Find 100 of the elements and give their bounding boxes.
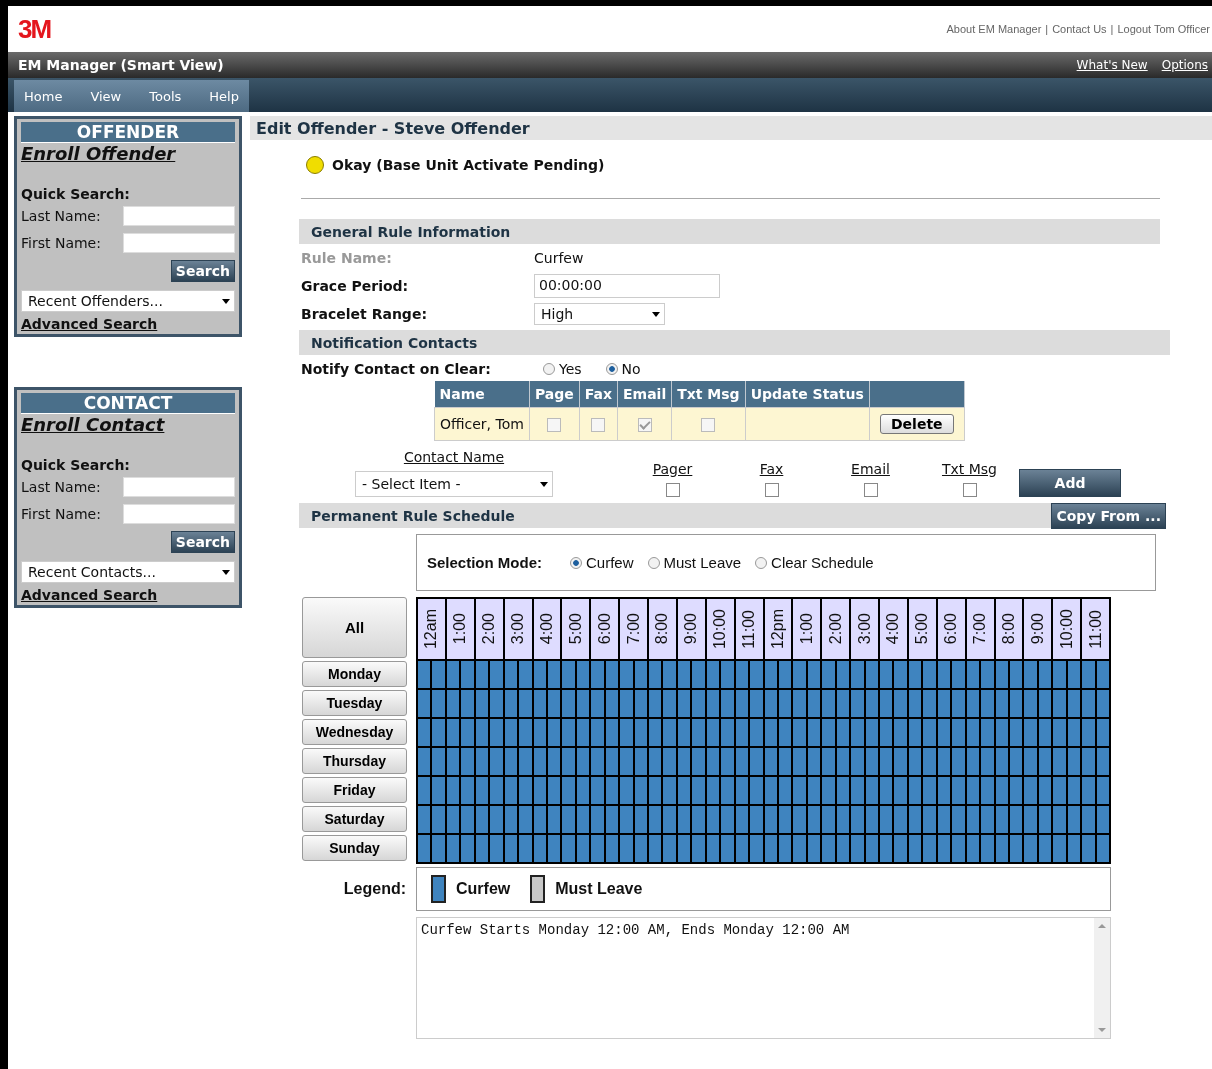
schedule-slot[interactable]	[937, 719, 951, 746]
schedule-slot[interactable]	[778, 748, 792, 775]
schedule-slot[interactable]	[649, 777, 662, 804]
schedule-slot[interactable]	[1009, 661, 1023, 688]
schedule-slot[interactable]	[1038, 661, 1052, 688]
radio-button[interactable]	[755, 556, 768, 569]
enroll-link[interactable]: Enroll Contact	[21, 414, 235, 435]
schedule-slot[interactable]	[634, 835, 647, 862]
schedule-slot[interactable]	[807, 748, 821, 775]
recent-dropdown[interactable]: Recent Contacts...	[21, 561, 235, 583]
input-field[interactable]	[123, 206, 235, 226]
schedule-slot[interactable]	[735, 748, 749, 775]
day-button[interactable]: Wednesday	[302, 719, 407, 745]
schedule-slot[interactable]	[778, 661, 792, 688]
schedule-slot[interactable]	[865, 690, 878, 717]
hour-header[interactable]: 12pm	[764, 599, 792, 659]
search-button[interactable]: Search	[170, 531, 235, 553]
schedule-slot[interactable]	[1009, 777, 1023, 804]
schedule-slot[interactable]	[677, 777, 691, 804]
hour-header[interactable]: 10:00	[706, 599, 734, 659]
hour-header[interactable]: 7:00	[620, 599, 647, 659]
schedule-slot[interactable]	[966, 661, 980, 688]
schedule-slot[interactable]	[504, 690, 518, 717]
day-button[interactable]: Friday	[302, 777, 407, 803]
hour-header[interactable]: 8:00	[649, 599, 676, 659]
radio-button[interactable]	[647, 556, 660, 569]
schedule-slot[interactable]	[605, 777, 619, 804]
schedule-slot[interactable]	[1038, 777, 1052, 804]
input-field[interactable]	[123, 233, 235, 253]
schedule-slot[interactable]	[634, 777, 647, 804]
schedule-slot[interactable]	[908, 835, 922, 862]
schedule-slot[interactable]	[1096, 835, 1109, 862]
search-button[interactable]: Search	[170, 260, 235, 282]
hour-header[interactable]: 1:00	[446, 599, 474, 659]
schedule-slot[interactable]	[764, 690, 777, 717]
schedule-slot[interactable]	[735, 835, 749, 862]
schedule-slot[interactable]	[576, 748, 590, 775]
checkbox[interactable]	[962, 483, 977, 497]
schedule-slot[interactable]	[677, 835, 691, 862]
schedule-slot[interactable]	[1067, 806, 1081, 833]
hour-header[interactable]: 12am	[418, 599, 445, 659]
schedule-slot[interactable]	[605, 748, 619, 775]
schedule-slot[interactable]	[807, 719, 821, 746]
schedule-slot[interactable]	[807, 661, 821, 688]
summary-textarea[interactable]: Curfew Starts Monday 12:00 AM, Ends Monday 12:00 AM	[416, 917, 1111, 1039]
schedule-slot[interactable]	[446, 719, 460, 746]
input-field[interactable]: 00:00:00	[534, 274, 720, 298]
schedule-slot[interactable]	[778, 719, 792, 746]
schedule-slot[interactable]	[1009, 748, 1023, 775]
hour-header[interactable]: 11:00	[735, 599, 763, 659]
hour-header[interactable]: 1:00	[793, 599, 821, 659]
schedule-slot[interactable]	[735, 661, 749, 688]
schedule-slot[interactable]	[1096, 719, 1109, 746]
schedule-slot[interactable]	[475, 777, 489, 804]
checkbox[interactable]	[547, 418, 562, 432]
schedule-slot[interactable]	[576, 690, 590, 717]
schedule-slot[interactable]	[995, 690, 1008, 717]
schedule-slot[interactable]	[735, 806, 749, 833]
schedule-slot[interactable]	[764, 719, 777, 746]
schedule-slot[interactable]	[547, 835, 561, 862]
hour-header[interactable]: 2:00	[475, 599, 503, 659]
schedule-slot[interactable]	[1009, 835, 1023, 862]
radio-button[interactable]	[605, 363, 618, 375]
schedule-slot[interactable]	[418, 661, 431, 688]
schedule-slot[interactable]	[966, 835, 980, 862]
schedule-slot[interactable]	[1096, 748, 1109, 775]
schedule-slot[interactable]	[649, 835, 662, 862]
schedule-slot[interactable]	[880, 719, 893, 746]
schedule-slot[interactable]	[649, 661, 662, 688]
checkbox[interactable]	[863, 483, 878, 497]
schedule-slot[interactable]	[966, 690, 980, 717]
hour-header[interactable]: 2:00	[822, 599, 850, 659]
schedule-slot[interactable]	[533, 835, 546, 862]
schedule-slot[interactable]	[504, 661, 518, 688]
schedule-slot[interactable]	[778, 835, 792, 862]
schedule-slot[interactable]	[865, 748, 878, 775]
schedule-slot[interactable]	[649, 690, 662, 717]
schedule-slot[interactable]	[1038, 719, 1052, 746]
schedule-slot[interactable]	[1096, 806, 1109, 833]
schedule-slot[interactable]	[995, 777, 1008, 804]
schedule-slot[interactable]	[533, 777, 546, 804]
enroll-link[interactable]: Enroll Offender	[21, 143, 235, 164]
checkbox[interactable]	[764, 483, 779, 497]
schedule-slot[interactable]	[1067, 748, 1081, 775]
header-link[interactable]: Contact Us	[1052, 23, 1107, 35]
hour-header[interactable]: 8:00	[995, 599, 1023, 659]
schedule-slot[interactable]	[475, 719, 489, 746]
schedule-slot[interactable]	[634, 719, 647, 746]
schedule-slot[interactable]	[836, 835, 850, 862]
schedule-slot[interactable]	[504, 777, 518, 804]
schedule-slot[interactable]	[446, 777, 460, 804]
hour-header[interactable]: 9:00	[677, 599, 705, 659]
schedule-slot[interactable]	[418, 806, 431, 833]
schedule-slot[interactable]	[735, 719, 749, 746]
schedule-slot[interactable]	[836, 719, 850, 746]
hour-header[interactable]: 6:00	[591, 599, 619, 659]
schedule-slot[interactable]	[677, 748, 691, 775]
schedule-slot[interactable]	[547, 777, 561, 804]
schedule-slot[interactable]	[1067, 777, 1081, 804]
schedule-slot[interactable]	[807, 690, 821, 717]
